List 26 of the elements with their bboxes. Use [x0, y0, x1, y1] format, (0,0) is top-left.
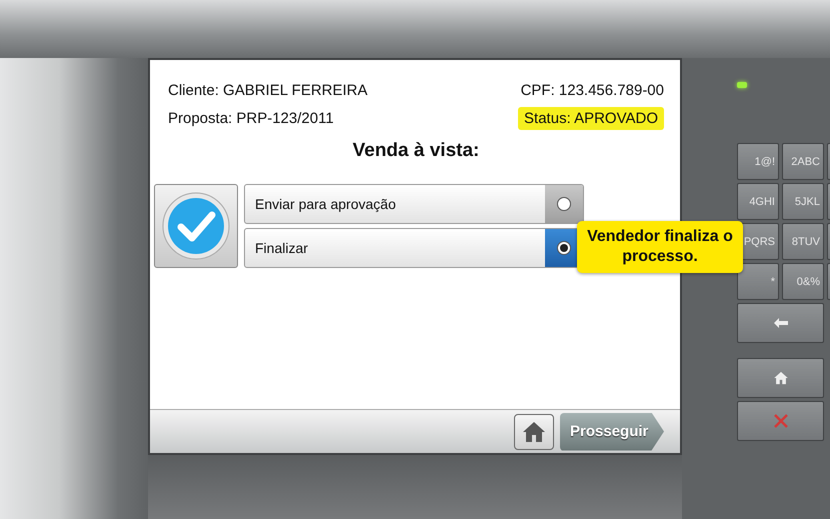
home-icon: [521, 420, 547, 444]
keypad-key[interactable]: 5JKL: [782, 183, 824, 220]
keypad-key[interactable]: *: [737, 263, 779, 300]
keypad-key[interactable]: 2ABC: [782, 143, 824, 180]
cross-icon: [774, 414, 788, 428]
callout-tooltip: Vendedor finaliza o processo.: [577, 221, 743, 273]
backspace-key[interactable]: [737, 303, 824, 343]
left-arrow-icon: [774, 318, 788, 328]
home-icon: [772, 370, 788, 386]
keypad-key[interactable]: 1@!: [737, 143, 779, 180]
keypad-key[interactable]: 8TUV: [782, 223, 824, 260]
keypad-key[interactable]: 4GHI: [737, 183, 779, 220]
radio-button[interactable]: [557, 197, 571, 211]
status-badge: Status: APROVADO: [518, 107, 664, 130]
home-button[interactable]: [514, 414, 554, 450]
proposal-label: Proposta: PRP-123/2011: [168, 110, 334, 127]
option-row[interactable]: Enviar para aprovação: [244, 184, 584, 224]
cpf-label: CPF: 123.456.789-00: [520, 82, 664, 99]
client-label: Cliente: GABRIEL FERREIRA: [168, 82, 368, 99]
home-key[interactable]: [737, 358, 824, 398]
radio-button[interactable]: [557, 241, 571, 255]
proceed-button[interactable]: Prosseguir: [560, 412, 664, 450]
keypad-key[interactable]: 0&%: [782, 263, 824, 300]
checkmark-icon: [161, 191, 231, 261]
screen-title: Venda à vista:: [352, 140, 480, 162]
status-light: [737, 82, 747, 88]
